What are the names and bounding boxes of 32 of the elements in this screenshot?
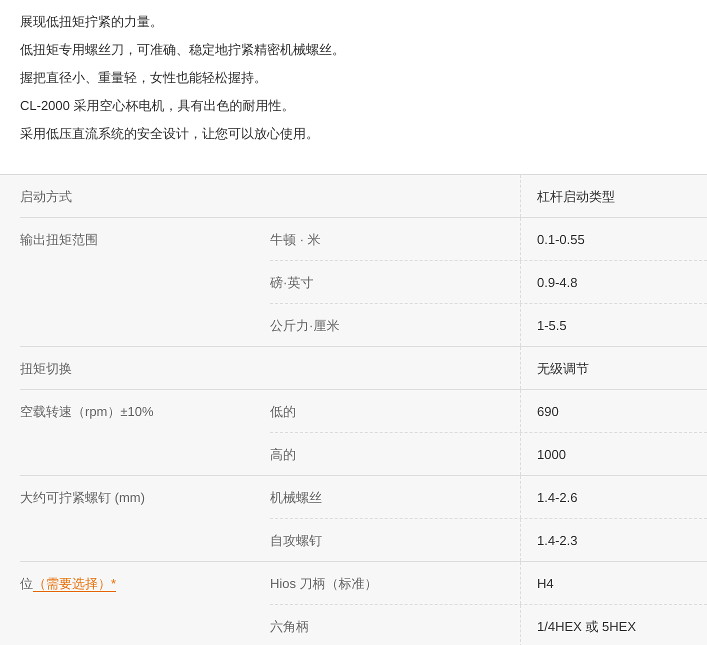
- spec-label: 启动方式: [20, 189, 72, 204]
- spec-value: 0.9-4.8: [537, 275, 578, 290]
- spec-value: 0.1-0.55: [537, 232, 585, 247]
- spec-sublabel: 六角柄: [270, 619, 309, 634]
- spec-value: 1000: [537, 447, 566, 462]
- spec-value: 杠杆启动类型: [537, 189, 615, 204]
- spec-value: 1/4HEX 或 5HEX: [537, 619, 636, 634]
- spec-value: 690: [537, 404, 559, 419]
- spec-sublabel: 高的: [270, 447, 296, 462]
- spec-label: 空载转速（rpm）±10%: [20, 404, 154, 419]
- description-line: 低扭矩专用螺丝刀，可准确、稳定地拧紧精密机械螺丝。: [20, 41, 346, 59]
- spec-sublabel: 自攻螺钉: [270, 533, 322, 548]
- spec-sublabel: 公斤力·厘米: [270, 318, 340, 333]
- spec-sublabel: Hios 刀柄（标准）: [270, 576, 378, 591]
- description-line: 握把直径小、重量轻，女性也能轻松握持。: [20, 69, 268, 87]
- spec-label: 大约可拧紧螺钉 (mm): [20, 490, 145, 505]
- spec-sublabel: 低的: [270, 404, 296, 419]
- spec-sublabel: 磅·英寸: [270, 275, 314, 290]
- spec-sublabel: 牛顿 · 米: [270, 232, 321, 247]
- spec-sublabel: 机械螺丝: [270, 490, 322, 505]
- spec-value: 1.4-2.3: [537, 533, 578, 548]
- spec-value: 1-5.5: [537, 318, 567, 333]
- spec-value: 1.4-2.6: [537, 490, 578, 505]
- spec-value: H4: [537, 576, 554, 591]
- spec-label: 位（需要选择）*: [20, 576, 116, 592]
- description-line: 采用低压直流系统的安全设计，让您可以放心使用。: [20, 125, 320, 143]
- description-line: CL-2000 采用空心杯电机，具有出色的耐用性。: [20, 97, 296, 115]
- spec-label: 输出扭矩范围: [20, 232, 98, 247]
- description-line: 展现低扭矩拧紧的力量。: [20, 13, 164, 31]
- spec-label: 扭矩切换: [20, 361, 72, 376]
- select-link[interactable]: （需要选择）*: [33, 576, 116, 592]
- spec-value: 无级调节: [537, 361, 589, 376]
